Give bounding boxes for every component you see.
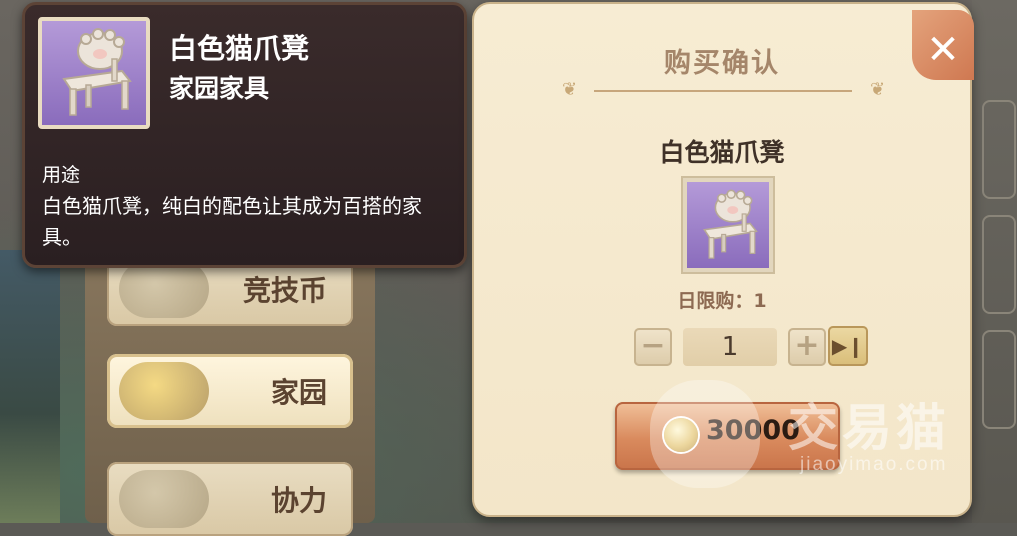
daily-limit: 日限购：1 [677, 290, 767, 312]
cat-paw-stool-icon [38, 17, 150, 129]
arena-coin-thumbnail-icon [119, 260, 209, 318]
dialog-title: 购买确认 [664, 48, 780, 79]
coin-icon [664, 418, 698, 452]
use-label: 用途 [42, 164, 81, 186]
menu-item-label: 竞技币 [242, 274, 327, 307]
side-slot [982, 100, 1016, 199]
product-image-cat-paw-stool-icon [683, 178, 773, 272]
title-divider [594, 90, 852, 92]
product-name: 白色猫爪凳 [659, 138, 785, 167]
close-icon[interactable]: ✕ [922, 30, 964, 72]
menu-item-label: 协力 [270, 484, 327, 517]
increase-quantity-button[interactable]: + [788, 328, 826, 366]
leaf-ornament-icon: ❦ [562, 79, 578, 100]
side-slot [982, 330, 1016, 429]
item-category: 家园家具 [169, 74, 270, 103]
menu-item-label: 家园 [270, 376, 327, 409]
item-tooltip: 白色猫爪凳 家园家具 用途 白色猫爪凳，纯白的配色让其成为百搭的家具。 [22, 2, 467, 268]
max-quantity-button[interactable]: ▶❙ [828, 326, 868, 366]
use-description: 白色猫爪凳，纯白的配色让其成为百搭的家具。 [42, 194, 422, 249]
quantity-field[interactable]: 1 [683, 328, 777, 366]
price: 30000 [706, 415, 800, 446]
leaf-ornament-icon: ❦ [870, 79, 886, 100]
cooperation-thumbnail-icon [119, 470, 209, 528]
scene-decoration [0, 250, 60, 523]
decrease-quantity-button[interactable]: − [634, 328, 672, 366]
item-name: 白色猫爪凳 [169, 32, 310, 65]
side-slot [982, 215, 1016, 314]
home-thumbnail-icon [119, 362, 209, 420]
menu-item-home[interactable]: 家园 [107, 354, 353, 428]
menu-item-cooperation[interactable]: 协力 [107, 462, 353, 536]
